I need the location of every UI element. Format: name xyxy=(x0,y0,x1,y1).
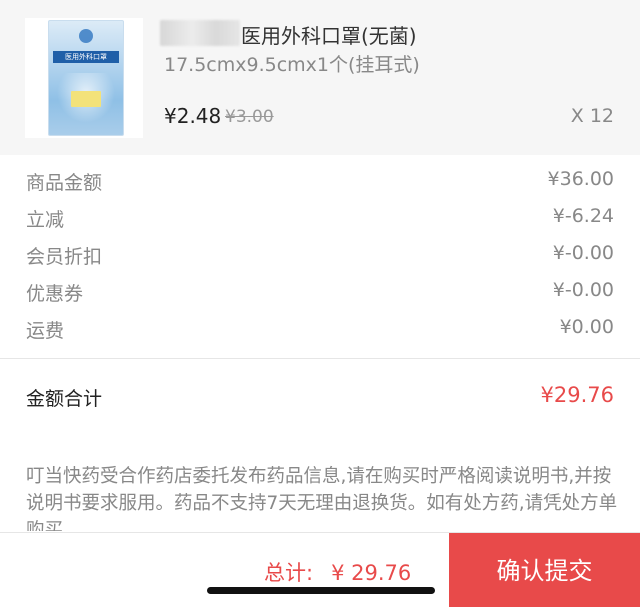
summary-value: ¥0.00 xyxy=(559,316,614,338)
amount-total-value: ¥29.76 xyxy=(540,383,614,407)
summary-row-coupon[interactable]: 优惠券 ¥-0.00 xyxy=(0,271,640,308)
mask-package-illustration: 医用外科口罩 xyxy=(48,20,124,136)
summary-label: 立减 xyxy=(26,209,65,231)
summary-row-shipping: 运费 ¥0.00 xyxy=(0,308,640,345)
summary-row-goods-amount: 商品金额 ¥36.00 xyxy=(0,160,640,197)
product-spec: 17.5cmx9.5cmx1个(挂耳式) xyxy=(164,54,420,76)
confirm-submit-button[interactable]: 确认提交 xyxy=(449,533,640,607)
original-price: ¥3.00 xyxy=(225,107,274,127)
package-label: 医用外科口罩 xyxy=(53,51,119,63)
grand-total: 总计: ¥ 29.76 xyxy=(264,557,411,587)
summary-label: 商品金额 xyxy=(26,172,103,194)
grand-total-label: 总计: xyxy=(264,561,314,585)
amount-total-label: 金额合计 xyxy=(26,388,103,410)
blurred-brand-name xyxy=(160,20,240,46)
summary-label: 会员折扣 xyxy=(26,246,103,268)
checkout-bar: 总计: ¥ 29.76 确认提交 xyxy=(0,532,640,607)
divider xyxy=(0,358,640,359)
summary-row-discount: 立减 ¥-6.24 xyxy=(0,197,640,234)
product-card[interactable]: 医用外科口罩 医用外科口罩(无菌) 17.5cmx9.5cmx1个(挂耳式) ¥… xyxy=(0,0,640,155)
pharmacy-notice: 叮当快药受合作药店委托发布药品信息,请在购买时严格阅读说明书,并按说明书要求服用… xyxy=(26,466,618,531)
grand-total-value: ¥ 29.76 xyxy=(331,561,412,585)
summary-value: ¥-0.00 xyxy=(552,279,614,301)
order-summary: 商品金额 ¥36.00 立减 ¥-6.24 会员折扣 ¥-0.00 优惠券 ¥-… xyxy=(0,160,640,345)
amount-total-row: 金额合计 ¥29.76 xyxy=(0,382,640,412)
summary-label: 优惠券 xyxy=(26,283,84,305)
product-quantity: X 12 xyxy=(570,105,614,127)
product-name: 医用外科口罩(无菌) xyxy=(241,24,417,48)
product-image[interactable]: 医用外科口罩 xyxy=(25,18,143,138)
summary-row-member-discount: 会员折扣 ¥-0.00 xyxy=(0,234,640,271)
home-indicator[interactable] xyxy=(207,587,435,594)
brand-logo-icon xyxy=(79,29,93,43)
summary-label: 运费 xyxy=(26,320,65,342)
product-price: ¥2.48 xyxy=(164,104,222,128)
summary-value: ¥36.00 xyxy=(547,168,614,190)
summary-value: ¥-6.24 xyxy=(552,205,614,227)
summary-value: ¥-0.00 xyxy=(552,242,614,264)
